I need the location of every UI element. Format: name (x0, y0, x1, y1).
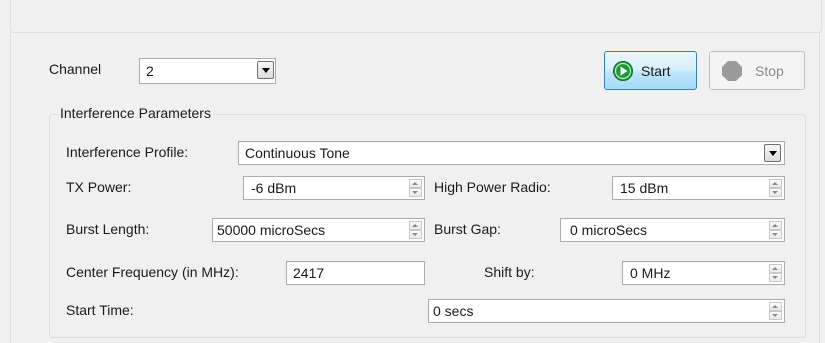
center-frequency-value: 2417 (293, 265, 325, 281)
spinner-buttons[interactable] (409, 179, 422, 197)
tx-power-value: -6 dBm (251, 180, 297, 196)
profile-dropdown[interactable]: Continuous Tone (238, 141, 785, 165)
spin-up-icon[interactable] (769, 302, 782, 311)
center-frequency-label: Center Frequency (in MHz): (66, 264, 239, 280)
center-frequency-input[interactable]: 2417 (286, 261, 425, 285)
spin-up-icon[interactable] (409, 221, 422, 230)
spinner-buttons[interactable] (769, 221, 782, 239)
stop-button-label: Stop (755, 63, 784, 79)
frame-left-border (10, 32, 11, 343)
tx-power-label: TX Power: (66, 179, 132, 195)
start-time-label: Start Time: (66, 302, 134, 318)
spin-down-icon[interactable] (769, 230, 782, 239)
stop-button[interactable]: Stop (709, 51, 805, 90)
shift-by-label: Shift by: (484, 264, 535, 280)
high-power-label: High Power Radio: (434, 179, 551, 195)
burst-gap-spinner[interactable]: 0 microSecs (560, 218, 785, 242)
start-time-value: 0 secs (433, 303, 474, 319)
spinner-buttons[interactable] (769, 179, 782, 197)
burst-gap-value: 0 microSecs (570, 222, 648, 238)
upper-panel (10, 0, 822, 33)
burst-length-value: 50000 microSecs (217, 222, 326, 238)
shift-by-value: 0 MHz (630, 265, 671, 281)
shift-by-spinner[interactable]: 0 MHz (622, 261, 785, 285)
burst-length-spinner[interactable]: 50000 microSecs (212, 218, 425, 242)
tx-power-spinner[interactable]: -6 dBm (243, 176, 425, 200)
start-button[interactable]: Start (604, 51, 697, 90)
spin-down-icon[interactable] (769, 311, 782, 320)
high-power-value: 15 dBm (620, 180, 669, 196)
spin-up-icon[interactable] (409, 179, 422, 188)
channel-label: Channel (49, 61, 102, 77)
start-time-spinner[interactable]: 0 secs (428, 299, 785, 323)
group-title: Interference Parameters (58, 103, 213, 123)
spinner-buttons[interactable] (769, 302, 782, 320)
profile-label: Interference Profile: (66, 144, 189, 160)
frame-right-border (819, 32, 820, 343)
spinner-buttons[interactable] (409, 221, 422, 239)
channel-value: 2 (146, 63, 154, 79)
chevron-down-icon[interactable] (764, 144, 781, 162)
spin-up-icon[interactable] (769, 179, 782, 188)
spin-up-icon[interactable] (769, 264, 782, 273)
burst-gap-label: Burst Gap: (434, 221, 501, 237)
spin-up-icon[interactable] (769, 221, 782, 230)
burst-length-label: Burst Length: (66, 221, 150, 237)
spin-down-icon[interactable] (769, 273, 782, 282)
high-power-spinner[interactable]: 15 dBm (612, 176, 785, 200)
start-button-label: Start (641, 63, 671, 79)
stop-icon (722, 61, 742, 81)
profile-value: Continuous Tone (245, 145, 350, 161)
spin-down-icon[interactable] (409, 188, 422, 197)
spin-down-icon[interactable] (769, 188, 782, 197)
spinner-buttons[interactable] (769, 264, 782, 282)
channel-dropdown[interactable]: 2 (139, 58, 276, 84)
spin-down-icon[interactable] (409, 230, 422, 239)
play-icon (613, 61, 633, 81)
chevron-down-icon[interactable] (257, 61, 274, 79)
